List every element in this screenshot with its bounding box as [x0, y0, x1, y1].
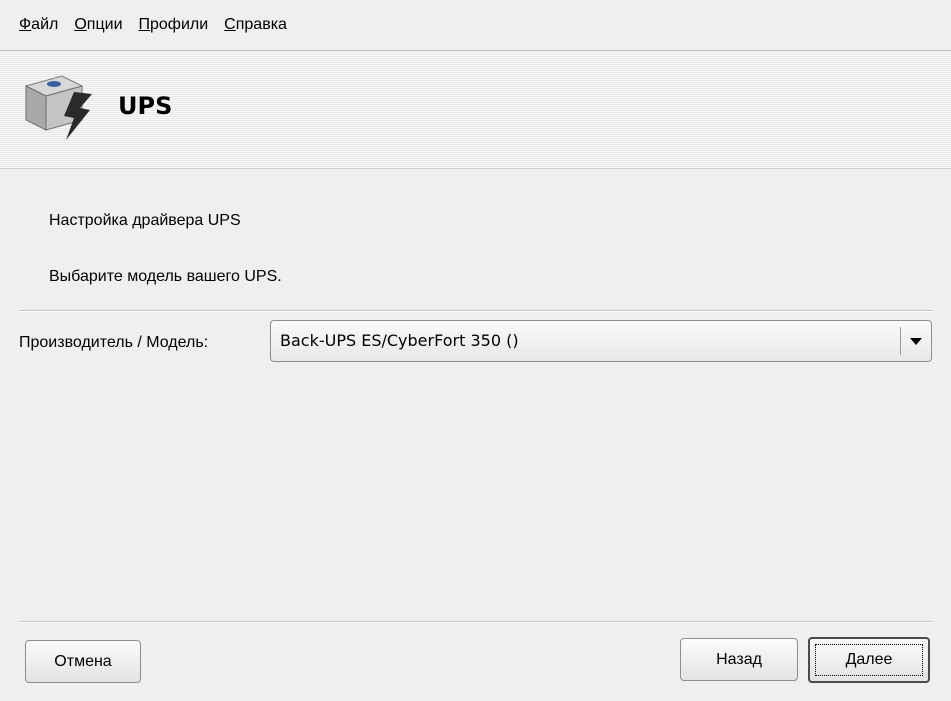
section-heading: Настройка драйвера UPS — [49, 212, 241, 229]
ups-device-icon — [24, 75, 92, 140]
menu-options[interactable]: Опции — [66, 0, 130, 50]
menu-file-mnemonic: Ф — [19, 16, 32, 33]
menu-profiles[interactable]: Профили — [131, 0, 217, 50]
wizard-header: UPS — [0, 51, 951, 169]
menu-help[interactable]: Справка — [216, 0, 295, 50]
menu-options-mnemonic: О — [74, 16, 87, 33]
back-button-label: Назад — [716, 650, 762, 668]
instruction-text: Выбарите модель вашего UPS. — [49, 268, 282, 285]
next-button[interactable]: Далее — [808, 637, 930, 683]
chevron-down-icon — [910, 338, 922, 345]
model-select[interactable]: Back-UPS ES/CyberFort 350 () — [270, 320, 932, 362]
page-title: UPS — [118, 92, 173, 120]
menu-help-mnemonic: С — [224, 16, 236, 33]
menu-bar: Файл Опции Профили Справка — [0, 0, 951, 51]
focus-ring — [815, 644, 923, 676]
model-label: Производитель / Модель: — [19, 334, 209, 351]
cancel-button-label: Отмена — [54, 652, 112, 670]
menu-options-label: пции — [86, 16, 123, 33]
divider-top — [19, 310, 933, 312]
menu-help-label: правка — [235, 16, 287, 33]
model-select-value: Back-UPS ES/CyberFort 350 () — [280, 331, 519, 350]
cancel-button[interactable]: Отмена — [25, 640, 141, 683]
back-button[interactable]: Назад — [680, 638, 798, 681]
menu-profiles-mnemonic: П — [138, 16, 151, 33]
menu-file[interactable]: Файл — [0, 0, 66, 50]
menu-file-label: айл — [31, 16, 59, 33]
menu-profiles-label: рофили — [150, 16, 209, 33]
combo-divider — [900, 327, 901, 355]
divider-bottom — [19, 621, 933, 623]
